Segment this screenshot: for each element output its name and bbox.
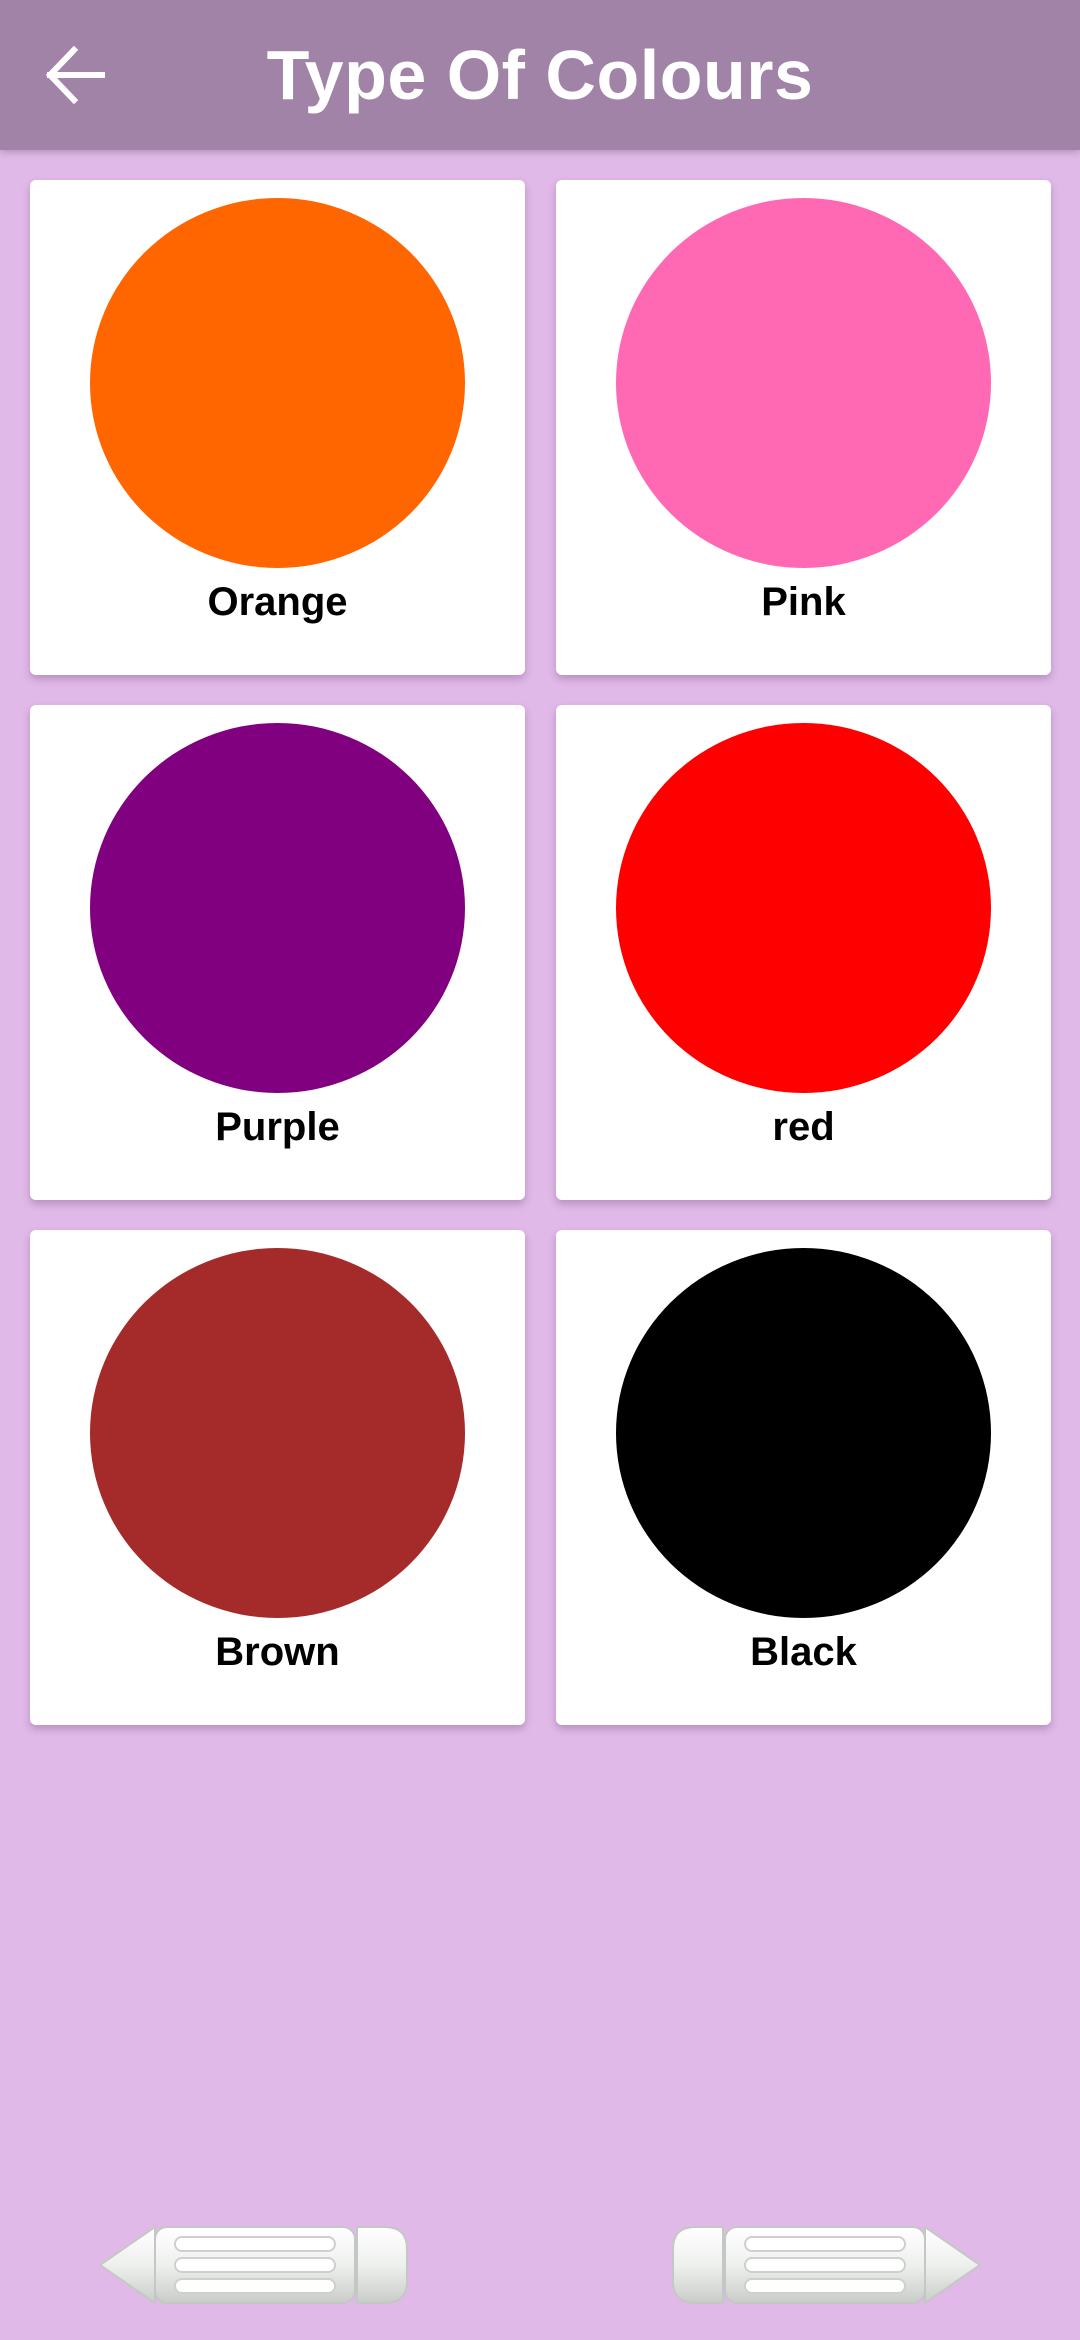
color-swatch [90, 723, 465, 1093]
color-label: Purple [215, 1105, 340, 1149]
back-button[interactable] [30, 30, 120, 120]
pencil-right-arrow-icon [672, 2225, 982, 2305]
color-card-purple[interactable]: Purple [30, 705, 525, 1200]
color-card-black[interactable]: Black [556, 1230, 1051, 1725]
arrow-left-icon [45, 45, 105, 105]
color-label: red [772, 1105, 835, 1149]
page-title: Type Of Colours [266, 36, 814, 114]
color-swatch [616, 198, 991, 568]
previous-button[interactable] [95, 2215, 415, 2315]
color-label: Orange [207, 580, 348, 624]
color-swatch [616, 1248, 991, 1618]
color-card-orange[interactable]: Orange [30, 180, 525, 675]
app-bar: Type Of Colours [0, 0, 1080, 150]
color-card-pink[interactable]: Pink [556, 180, 1051, 675]
color-card-red[interactable]: red [556, 705, 1051, 1200]
color-card-brown[interactable]: Brown [30, 1230, 525, 1725]
color-label: Brown [215, 1630, 340, 1674]
color-label: Pink [761, 580, 846, 624]
color-swatch [90, 1248, 465, 1618]
color-label: Black [750, 1630, 857, 1674]
color-swatch [90, 198, 465, 568]
pencil-left-arrow-icon [98, 2225, 408, 2305]
color-grid: Orange Pink Purple red Brown Black [30, 180, 1051, 1725]
color-swatch [616, 723, 991, 1093]
next-button[interactable] [665, 2215, 985, 2315]
